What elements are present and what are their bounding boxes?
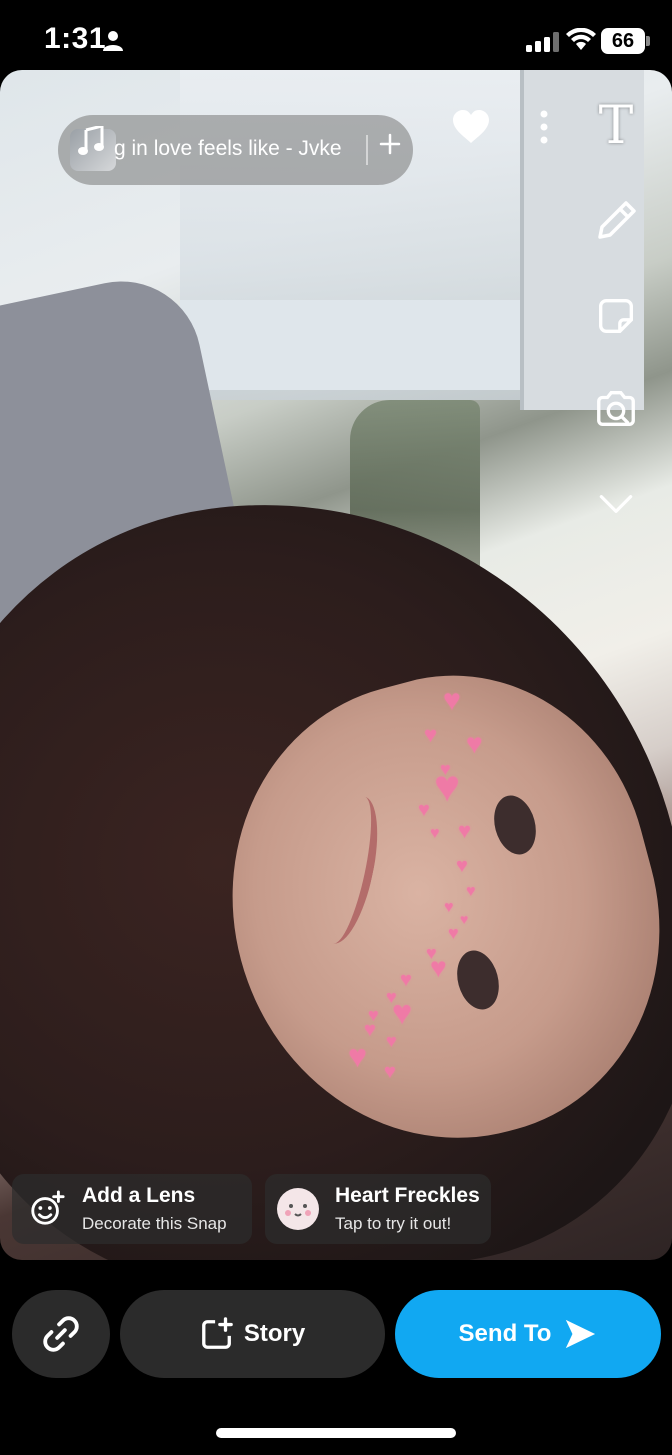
heart-freckle: ♥ bbox=[384, 1061, 396, 1083]
more-options-icon[interactable] bbox=[538, 110, 550, 144]
heart-freckle: ♥ bbox=[466, 728, 483, 759]
heart-freckle: ♥ bbox=[456, 855, 468, 877]
send-to-label: Send To bbox=[458, 1320, 552, 1347]
camera-lens-icon bbox=[597, 391, 635, 427]
status-bar: 1:31 66 bbox=[0, 0, 672, 70]
scissors-lens-tool[interactable] bbox=[590, 383, 642, 435]
wifi-icon bbox=[566, 28, 596, 50]
heart-freckle: ♥ bbox=[348, 1038, 367, 1074]
heart-freckle: ♥ bbox=[364, 1019, 376, 1041]
add-lens-title: Add a Lens bbox=[82, 1184, 196, 1207]
music-divider bbox=[366, 135, 368, 165]
person-icon bbox=[103, 31, 123, 51]
heart-freckle: ♥ bbox=[430, 825, 440, 842]
music-note-icon bbox=[78, 126, 104, 155]
heart-freckle: ♥ bbox=[400, 969, 412, 991]
sticker-icon bbox=[598, 298, 634, 334]
heart-freckle: ♥ bbox=[466, 883, 476, 900]
heart-freckle: ♥ bbox=[386, 1031, 397, 1051]
lens-face-icon bbox=[277, 1188, 319, 1230]
heart-freckle: ♥ bbox=[418, 799, 430, 821]
status-time: 1:31 bbox=[44, 22, 107, 55]
add-lens-chip[interactable]: Add a Lens Decorate this Snap bbox=[12, 1174, 252, 1244]
pencil-icon bbox=[598, 201, 636, 239]
add-story-icon bbox=[201, 1317, 233, 1349]
home-indicator bbox=[216, 1428, 456, 1438]
link-button[interactable] bbox=[12, 1290, 110, 1378]
pencil-tool[interactable] bbox=[590, 195, 642, 247]
chevron-down-icon bbox=[599, 495, 633, 513]
link-icon bbox=[43, 1316, 79, 1352]
heart-freckle: ♥ bbox=[444, 899, 454, 916]
heart-freckle: ♥ bbox=[430, 952, 447, 983]
sticker-tool[interactable] bbox=[590, 290, 642, 342]
heart-freckle: ♥ bbox=[458, 818, 472, 843]
heart-freckle: ♥ bbox=[424, 722, 438, 747]
heart-icon[interactable] bbox=[452, 110, 490, 144]
story-button[interactable]: Story bbox=[120, 1290, 385, 1378]
heart-freckles-chip[interactable]: Heart Freckles Tap to try it out! bbox=[265, 1174, 491, 1244]
heart-freckles-title: Heart Freckles bbox=[335, 1184, 480, 1207]
add-lens-icon bbox=[31, 1190, 65, 1225]
bench-board bbox=[180, 300, 530, 390]
heart-freckle: ♥ bbox=[443, 684, 461, 717]
text-tool-icon[interactable]: T bbox=[590, 96, 642, 156]
heart-freckle: ♥ bbox=[448, 923, 459, 943]
expand-tools[interactable] bbox=[590, 478, 642, 530]
add-lens-subtitle: Decorate this Snap bbox=[82, 1214, 227, 1233]
cellular-signal-icon bbox=[526, 32, 559, 52]
heart-freckle: ♥ bbox=[392, 994, 413, 1032]
heart-freckle: ♥ bbox=[434, 762, 461, 811]
battery-level: 66 bbox=[611, 29, 635, 52]
battery-indicator: 66 bbox=[601, 28, 645, 54]
add-song-icon[interactable] bbox=[378, 132, 402, 156]
send-to-button[interactable]: Send To bbox=[395, 1290, 661, 1378]
song-title: g in love feels like - Jvke bbox=[114, 137, 342, 160]
heart-freckle: ♥ bbox=[460, 911, 469, 927]
battery-cap bbox=[646, 36, 650, 46]
send-arrow-icon bbox=[566, 1319, 596, 1349]
heart-freckles-subtitle: Tap to try it out! bbox=[335, 1214, 452, 1233]
story-label: Story bbox=[243, 1320, 306, 1347]
